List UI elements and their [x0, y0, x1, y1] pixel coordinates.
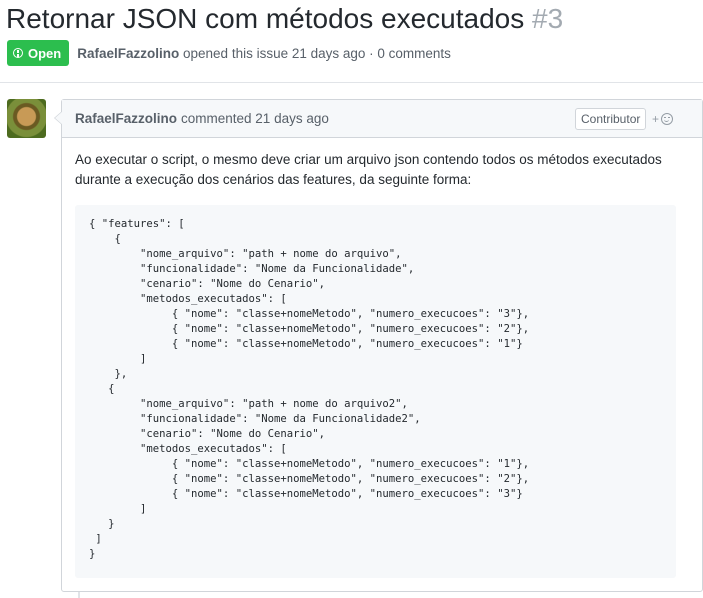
comment-author-link[interactable]: RafaelFazzolino [75, 111, 177, 126]
smiley-icon [661, 113, 674, 125]
code-content: { "features": [ { "nome_arquivo": "path … [89, 218, 530, 560]
comment-header: RafaelFazzolino commented 21 days ago Co… [62, 100, 702, 138]
comment-box: RafaelFazzolino commented 21 days ago Co… [54, 99, 703, 592]
issue-meta: Open RafaelFazzolino opened this issue 2… [7, 40, 451, 66]
comment-timestamp[interactable]: commented 21 days ago [181, 111, 329, 126]
timeline-line [78, 592, 80, 598]
issue-number: #3 [532, 3, 564, 34]
issue-page: Retornar JSON com métodos executados #3 … [0, 0, 703, 598]
issue-opened-text: opened this issue 21 days ago · 0 commen… [183, 45, 451, 61]
add-reaction-button[interactable]: + [652, 110, 678, 128]
avatar[interactable] [7, 99, 46, 138]
plus-icon: + [652, 112, 660, 126]
issue-title-text: Retornar JSON com métodos executados [6, 3, 525, 34]
contributor-badge: Contributor [575, 108, 647, 130]
status-badge-label: Open [28, 45, 62, 61]
issue-opened-icon [13, 48, 23, 58]
code-block: { "features": [ { "nome_arquivo": "path … [75, 205, 676, 578]
header-divider [0, 82, 703, 83]
comment-body: Ao executar o script, o mesmo deve criar… [75, 150, 683, 190]
comment-text: Ao executar o script, o mesmo deve criar… [75, 152, 662, 187]
status-badge: Open [7, 40, 70, 66]
issue-author-link[interactable]: RafaelFazzolino [77, 46, 179, 61]
issue-title: Retornar JSON com métodos executados #3 [6, 2, 563, 36]
issue-meta-text: RafaelFazzolino opened this issue 21 day… [77, 46, 451, 61]
